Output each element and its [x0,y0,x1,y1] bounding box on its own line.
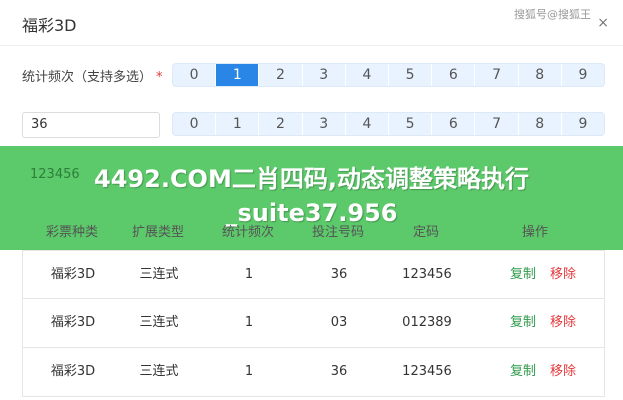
row-actions: 复制 移除 [483,299,603,347]
freq-label: 统计频次（支持多选） * [22,66,163,85]
copy-button[interactable]: 复制 [510,315,536,330]
source-watermark: 搜狐号@搜狐王 [514,8,591,21]
remove-button[interactable]: 移除 [550,364,576,379]
dialog-title: 福彩3D [22,16,77,35]
header-fixed-code: 定码 [412,225,439,240]
freq-option-8[interactable]: 8 [517,64,561,86]
copy-button[interactable]: 复制 [510,267,536,282]
header-bet-number: 投注号码 [311,225,364,240]
cell-bet-number: 36 [330,364,348,379]
copy-button[interactable]: 复制 [510,364,536,379]
digit-option-9[interactable]: 9 [560,113,604,135]
cell-fixed-code: 123456 [402,267,452,282]
header-extension-type: 扩展类型 [131,225,184,240]
freq-label-text: 统计频次（支持多选） [22,70,153,85]
digit-option-4[interactable]: 4 [344,113,388,135]
row-actions: 复制 移除 [483,251,603,299]
cell-frequency: 1 [244,267,254,282]
cell-lottery-type: 福彩3D [50,267,96,282]
cell-lottery-type: 福彩3D [50,315,96,330]
row-actions: 复制 移除 [483,348,603,396]
dialog-header: 福彩3D 搜狐号@搜狐王 × [0,0,623,46]
freq-option-7[interactable]: 7 [474,64,517,86]
digit-option-6[interactable]: 6 [431,113,474,135]
freq-option-4[interactable]: 4 [344,64,388,86]
cell-extension-type: 三连式 [139,267,179,282]
cell-fixed-code: 012389 [402,315,452,330]
required-mark: * [156,70,163,85]
digit-option-8[interactable]: 8 [517,113,561,135]
remove-button[interactable]: 移除 [550,267,576,282]
header-actions: 操作 [521,225,548,240]
digit-option-7[interactable]: 7 [474,113,517,135]
digit-option-3[interactable]: 3 [301,113,345,135]
table-row: 福彩3D 三连式 1 36 123456 复制 移除 [22,250,605,299]
header-lottery-type: 彩票种类 [45,225,98,240]
cell-lottery-type: 福彩3D [50,364,96,379]
digit-option-5[interactable]: 5 [388,113,431,135]
remove-button[interactable]: 移除 [550,315,576,330]
cell-fixed-code: 123456 [402,364,452,379]
digit-option-2[interactable]: 2 [258,113,301,135]
results-table: 福彩3D 三连式 1 36 123456 复制 移除 福彩3D 三连式 1 03 012389 复制 移除… [22,250,605,397]
close-icon[interactable]: × [597,16,609,30]
header-frequency: 统计频次 [221,225,274,240]
freq-option-0[interactable]: 0 [173,64,215,86]
freq-option-6[interactable]: 6 [431,64,474,86]
banner-line-1: 4492.COM二肖四码,动态调整策略执行 [94,165,529,193]
digit-selector: 0123456789 [172,112,605,136]
digit-option-1[interactable]: 1 [215,113,258,135]
banner-overlay-text: 4492.COM二肖四码,动态调整策略执行 _suite37.956 [0,162,623,230]
cell-frequency: 1 [244,364,254,379]
table-header: 彩票种类 扩展类型 统计频次 投注号码 定码 操作 [22,221,605,243]
cell-extension-type: 三连式 [139,364,179,379]
cell-bet-number: 36 [330,267,348,282]
cell-bet-number: 03 [330,315,348,330]
freq-option-3[interactable]: 3 [301,64,345,86]
freq-option-2[interactable]: 2 [258,64,301,86]
freq-option-1[interactable]: 1 [215,64,259,86]
freq-option-9[interactable]: 9 [560,64,604,86]
freq-selector: 0123456789 [172,63,605,87]
cell-frequency: 1 [244,315,254,330]
table-row: 福彩3D 三连式 1 36 123456 复制 移除 [22,348,605,397]
digit-option-0[interactable]: 0 [173,113,215,135]
cell-extension-type: 三连式 [139,315,179,330]
freq-option-5[interactable]: 5 [388,64,431,86]
number-input[interactable]: 36 [22,112,160,138]
table-row: 福彩3D 三连式 1 03 012389 复制 移除 [22,299,605,348]
